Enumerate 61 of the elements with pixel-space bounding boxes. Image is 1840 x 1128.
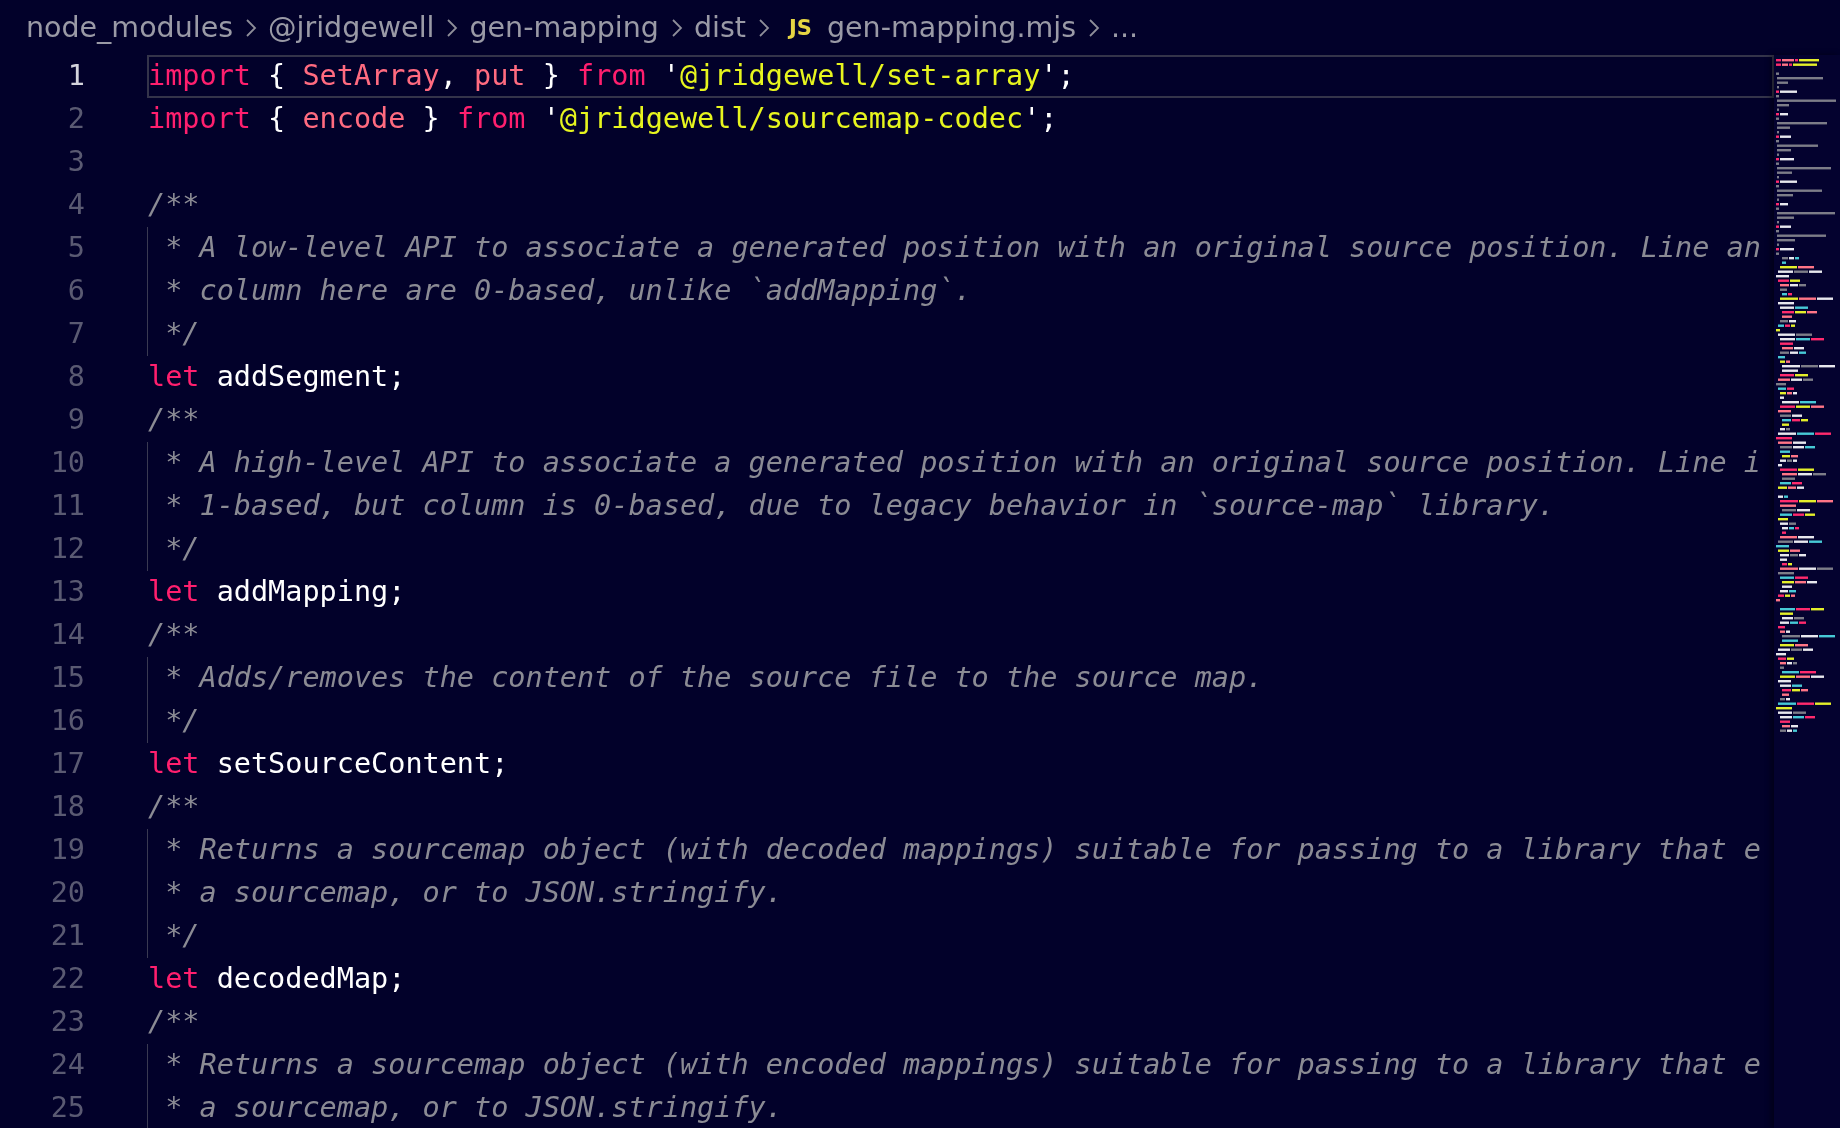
line-number: 14 xyxy=(50,618,85,653)
line-number: 24 xyxy=(50,1048,85,1083)
code-line: * 1-based, but column is 0-based, due to legacy behavior in `source-map` library. xyxy=(164,489,1555,524)
breadcrumb-item[interactable]: @jridgewell xyxy=(268,11,435,44)
line-number: 6 xyxy=(67,274,85,309)
line-number: 5 xyxy=(67,231,85,266)
code-line: /** xyxy=(148,403,200,438)
line-number: 17 xyxy=(50,747,85,782)
breadcrumb-item[interactable]: JS gen-mapping.mjs xyxy=(781,11,1076,44)
line-number: 20 xyxy=(50,876,85,911)
breadcrumb-item[interactable]: gen-mapping xyxy=(469,11,659,44)
line-number: 1 xyxy=(67,59,85,94)
line-number: 22 xyxy=(50,962,85,997)
line-number: 8 xyxy=(67,360,85,395)
line-number: 11 xyxy=(50,489,85,524)
chevron-right-icon xyxy=(446,17,459,38)
line-number: 16 xyxy=(50,704,85,739)
line-number: 4 xyxy=(67,188,85,223)
line-number: 7 xyxy=(67,317,85,352)
code-line: let addSegment; xyxy=(148,360,406,395)
breadcrumb-item[interactable]: ... xyxy=(1111,11,1139,44)
line-number: 13 xyxy=(50,575,85,610)
line-number: 19 xyxy=(50,833,85,868)
code-line: let decodedMap; xyxy=(148,962,406,997)
chevron-right-icon xyxy=(1088,17,1100,38)
file-type-icon: JS xyxy=(789,15,812,40)
line-number: 15 xyxy=(50,661,85,696)
code-line: * Adds/removes the content of the source file to the source map. xyxy=(164,661,1264,696)
code-line: * a sourcemap, or to JSON.stringify. xyxy=(164,876,783,911)
line-number: 18 xyxy=(50,790,85,825)
code-line: */ xyxy=(164,532,200,567)
line-number: 9 xyxy=(67,403,85,438)
breadcrumb-item[interactable]: dist xyxy=(693,11,746,44)
code-line: * column here are 0-based, unlike `addMapping`. xyxy=(164,274,972,309)
code-line: let addMapping; xyxy=(148,575,406,610)
line-number: 23 xyxy=(50,1005,85,1040)
line-number: 25 xyxy=(50,1091,85,1126)
line-number: 12 xyxy=(50,532,85,567)
code-line: import { encode } from '@jridgewell/sourcemap-codec'; xyxy=(148,102,1058,137)
code-line: */ xyxy=(164,704,200,739)
code-line: import { SetArray, put } from '@jridgewell/set-array'; xyxy=(148,59,1075,94)
code-line: * A low-level API to associate a generated position with an original source position. Line an xyxy=(164,231,1761,266)
code-line: * Returns a sourcemap object (with encoded mappings) suitable for passing to a library that e xyxy=(164,1048,1761,1083)
code-line: /** xyxy=(148,790,200,825)
line-number: 2 xyxy=(67,102,85,137)
code-line: /** xyxy=(148,188,200,223)
code-line: */ xyxy=(164,317,200,352)
chevron-right-icon xyxy=(245,17,258,38)
code-line: */ xyxy=(164,919,200,954)
line-number: 3 xyxy=(67,145,85,180)
breadcrumb-item[interactable]: node_modules xyxy=(26,11,234,44)
code-line: * Returns a sourcemap object (with decoded mappings) suitable for passing to a library that e xyxy=(164,833,1761,868)
chevron-right-icon xyxy=(670,17,683,38)
code-line: * A high-level API to associate a generated position with an original source position. Line i xyxy=(164,446,1761,481)
code-line: /** xyxy=(148,618,200,653)
code-line: let setSourceContent; xyxy=(148,747,509,782)
code-line: /** xyxy=(148,1005,200,1040)
line-number: 21 xyxy=(50,919,85,954)
chevron-right-icon xyxy=(758,17,770,38)
code-line: * a sourcemap, or to JSON.stringify. xyxy=(164,1091,783,1126)
line-number: 10 xyxy=(50,446,85,481)
